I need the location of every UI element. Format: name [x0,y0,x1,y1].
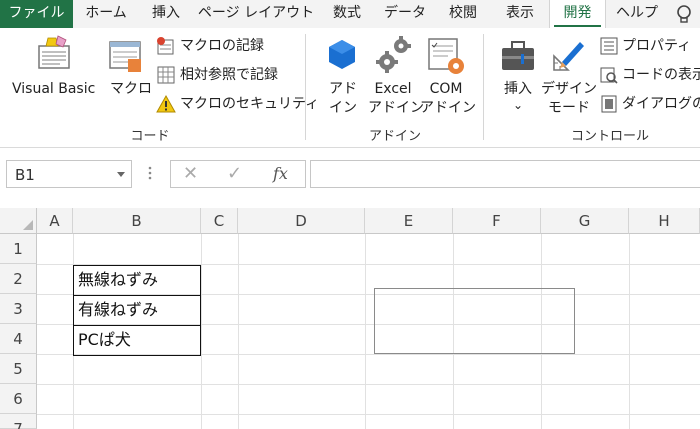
record-macro-icon [157,37,174,55]
group-label-code: コード [130,129,170,144]
row-header-3[interactable]: 3 [0,294,37,324]
macros-label: マクロ [110,81,152,97]
column-header-d[interactable]: D [238,208,365,234]
column-header-f[interactable]: F [453,208,541,234]
row-header-4[interactable]: 4 [0,324,37,354]
chevron-down-icon[interactable] [117,172,125,177]
com-addins-icon [428,38,464,74]
addins-icon [329,40,355,69]
excel-addins-label-line1: Excel [374,81,412,97]
cell-b3[interactable]: 有線ねずみ [74,295,200,325]
tab-data[interactable]: データ [375,0,435,28]
tab-home[interactable]: ホーム [73,0,139,28]
warning-icon [156,94,176,113]
select-all-button[interactable] [0,208,37,234]
insert-dropdown-arrow-icon: ⌄ [512,98,524,112]
tab-page-layout[interactable]: ページ レイアウト [193,0,319,28]
drag-handle-icon[interactable] [148,165,152,181]
design-mode-label-line1: デザイン [541,81,597,97]
tab-developer[interactable]: 開発 [549,0,606,29]
relative-reference-icon [157,66,175,84]
row-header-2[interactable]: 2 [0,264,37,294]
formula-bar: B1 ✕ ✓ fx [0,148,700,208]
properties-icon [600,37,618,55]
run-dialog-icon [601,95,617,113]
addins-label-line2: イン [329,100,357,116]
addins-label-line1: アド [329,81,357,97]
name-box-value: B1 [15,166,35,184]
group-label-controls: コントロール [570,129,649,144]
tab-formulas[interactable]: 数式 [319,0,375,28]
lightbulb-icon[interactable] [674,4,694,24]
row-header-5[interactable]: 5 [0,354,37,384]
group-separator [483,34,484,140]
tab-file[interactable]: ファイル [0,0,73,28]
cancel-icon[interactable]: ✕ [183,163,198,184]
row-header-6[interactable]: 6 [0,384,37,414]
ribbon-developer: Visual Basic マクロ マクロの記録 相対参照で記録 マクロのセキュリ… [0,28,700,148]
cell-b2[interactable]: 無線ねずみ [74,265,200,295]
tab-help[interactable]: ヘルプ [606,0,668,28]
toolbox-icon [502,41,534,70]
visual-basic-icon [38,35,70,69]
insert-function-icon[interactable]: fx [273,164,288,183]
column-header-e[interactable]: E [365,208,453,234]
macro-security-label: マクロのセキュリティ [180,96,320,112]
view-code-icon [600,67,618,84]
ribbon-tab-bar: ファイル ホーム 挿入 ページ レイアウト 数式 データ 校閲 表示 開発 ヘル… [0,0,700,29]
gridline [37,384,700,385]
view-code-label: コードの表示 [622,67,700,83]
tab-review[interactable]: 校閲 [435,0,491,28]
column-header-c[interactable]: C [201,208,238,234]
tab-view[interactable]: 表示 [491,0,549,28]
cell-b4[interactable]: PCぱ犬 [74,325,200,355]
shape-textbox[interactable] [374,288,575,354]
column-header-g[interactable]: G [541,208,629,234]
excel-addins-label-line2: アドイン [368,100,424,116]
visual-basic-label: Visual Basic [12,81,96,97]
tab-insert[interactable]: 挿入 [139,0,193,28]
column-header-b[interactable]: B [73,208,201,234]
group-label-addins: アドイン [368,129,421,144]
formula-buttons: ✕ ✓ fx [170,160,306,188]
run-dialog-label: ダイアログの実 [622,96,700,112]
column-header-a[interactable]: A [37,208,73,234]
gridline [37,414,700,415]
worksheet-grid: A B C D E F G H 1 2 3 4 5 6 7 無線ねずみ 有線ねず… [0,208,700,429]
com-addins-label-line2: アドイン [420,100,476,116]
relative-reference-label: 相対参照で記録 [180,67,278,83]
name-box[interactable]: B1 [6,160,132,188]
enter-icon[interactable]: ✓ [227,163,242,184]
macros-icon [109,41,141,72]
row-header-1[interactable]: 1 [0,234,37,264]
formula-input[interactable] [310,160,700,188]
com-addins-label-line1: COM [429,81,463,97]
gear-icon [376,36,411,73]
column-header-h[interactable]: H [629,208,700,234]
row-header-7[interactable]: 7 [0,414,37,429]
select-all-icon [23,220,33,230]
group-separator [305,34,306,140]
record-macro-label: マクロの記録 [180,38,264,54]
properties-label: プロパティ [622,38,692,54]
design-mode-icon [553,42,584,71]
design-mode-label-line2: モード [548,100,590,116]
